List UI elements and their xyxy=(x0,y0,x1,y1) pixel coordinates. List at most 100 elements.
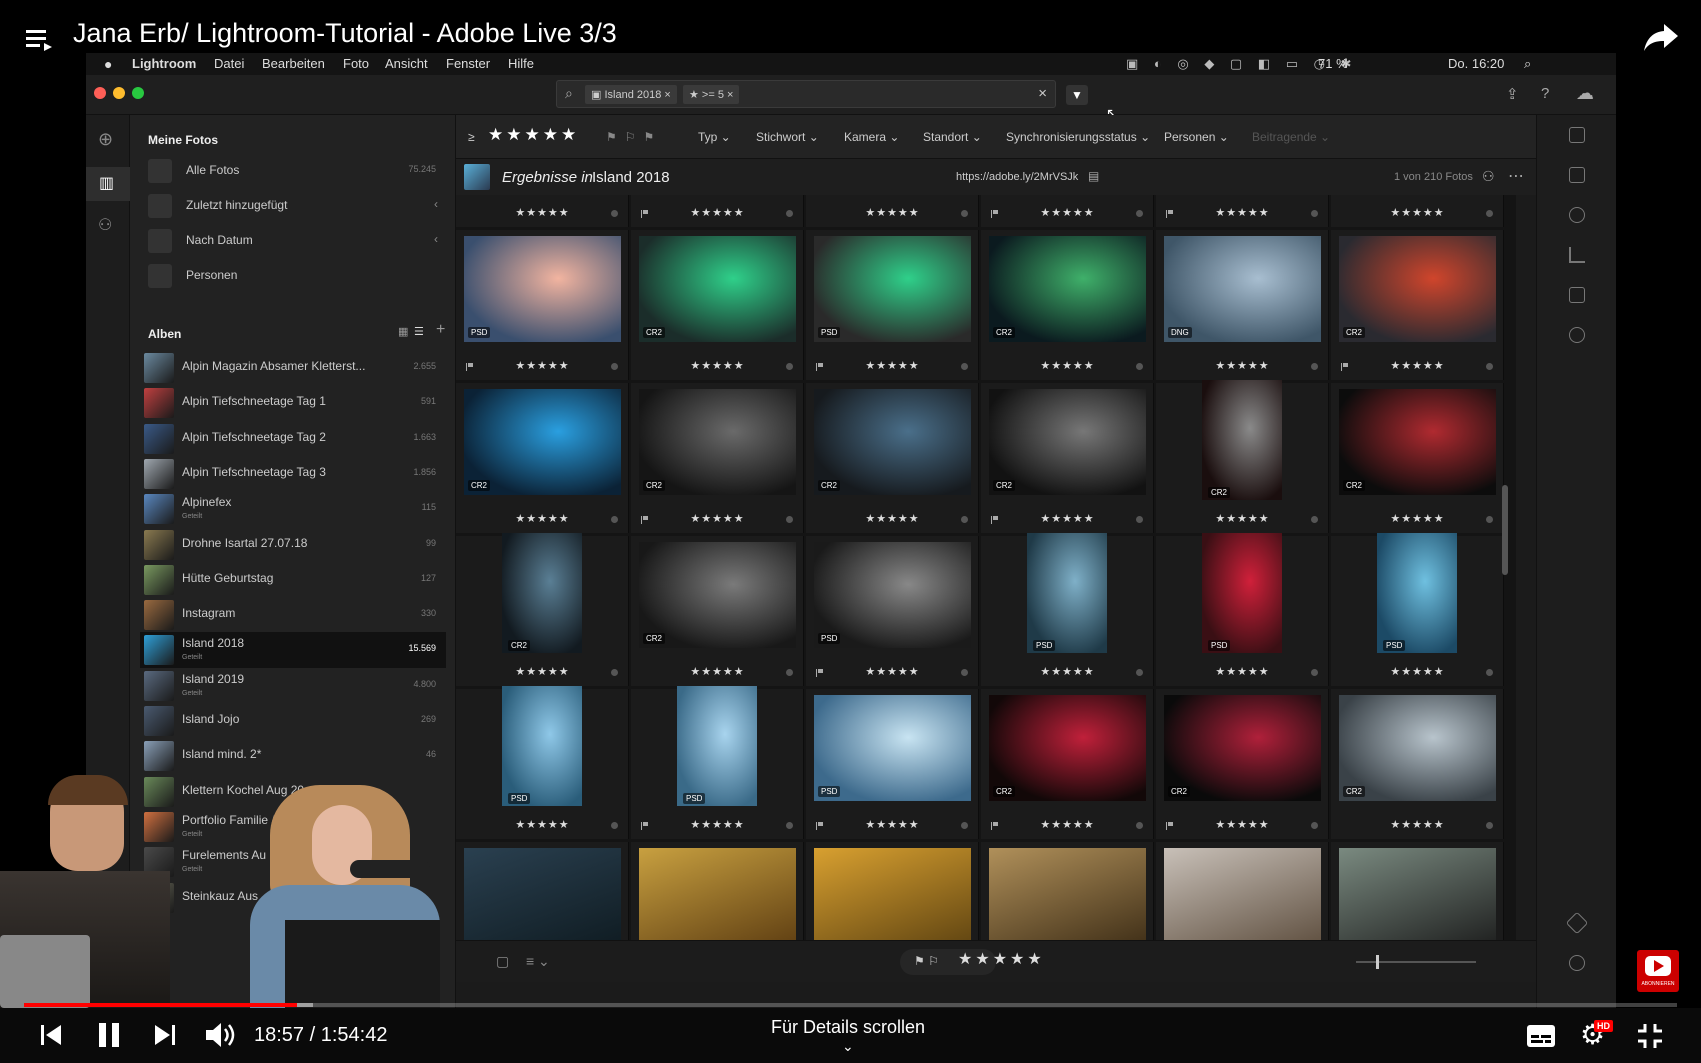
photo-rating[interactable]: ★★★★★ xyxy=(1331,359,1504,372)
photo-cell[interactable]: CR2 ★★★★★ xyxy=(456,533,629,686)
photo-thumbnail[interactable] xyxy=(1202,533,1282,653)
photo-cell[interactable]: PSD ★★★★★ xyxy=(456,686,629,839)
photo-cell[interactable]: DNG ★★★★★ xyxy=(1156,230,1329,380)
photo-rating[interactable]: ★★★★★ xyxy=(1331,818,1504,831)
sidebar-item[interactable]: Zuletzt hinzugefügt ‹ xyxy=(140,188,446,224)
chevron-left-icon[interactable]: ‹ xyxy=(434,232,438,246)
photo-cell[interactable]: ★★★★★ xyxy=(631,195,804,227)
photo-rating[interactable]: ★★★★★ xyxy=(631,512,804,525)
share-export-icon[interactable]: ⇪ xyxy=(1506,85,1519,103)
album-item[interactable]: Island mind. 2* 46 xyxy=(140,738,446,774)
filter-stichwort[interactable]: Stichwort ⌄ xyxy=(756,130,819,144)
share-link[interactable]: https://adobe.ly/2MrVSJk xyxy=(956,171,1078,183)
crop-icon[interactable] xyxy=(1569,167,1585,183)
photo-rating[interactable]: ★★★★★ xyxy=(806,359,979,372)
menu-fenster[interactable]: Fenster xyxy=(446,56,490,71)
close-window-icon[interactable] xyxy=(94,87,106,99)
scroll-for-details[interactable]: Für Details scrollen xyxy=(771,1017,925,1038)
previous-icon[interactable] xyxy=(38,1022,64,1048)
photo-rating[interactable]: ★★★★★ xyxy=(631,359,804,372)
photo-rating[interactable]: ★★★★★ xyxy=(981,665,1154,678)
minimize-window-icon[interactable] xyxy=(113,87,125,99)
search-field[interactable]: ⌕ ▣ Island 2018 × ★ >= 5 × × xyxy=(556,80,1056,108)
photo-cell[interactable]: CR2 ★★★★★ xyxy=(631,536,804,686)
photo-rating[interactable]: ★★★★★ xyxy=(1156,206,1329,219)
rating-operator[interactable]: ≥ xyxy=(468,130,475,144)
clear-search-icon[interactable]: × xyxy=(1038,85,1047,102)
photo-cell[interactable]: CR2 ★★★★★ xyxy=(1156,689,1329,839)
photo-cell[interactable]: ★★★★★ xyxy=(1156,195,1329,227)
photo-rating[interactable]: ★★★★★ xyxy=(456,818,629,831)
list-view-icon[interactable]: ☰ xyxy=(414,325,424,338)
flag-icon[interactable] xyxy=(991,210,998,218)
sidebar-item[interactable]: Personen xyxy=(140,258,446,294)
sidebar-item[interactable]: Alle Fotos 75.245 xyxy=(140,153,446,189)
photo-thumbnail[interactable] xyxy=(1202,380,1282,500)
photo-cell[interactable]: PSD ★★★★★ xyxy=(1156,533,1329,686)
photo-rating[interactable]: ★★★★★ xyxy=(631,206,804,219)
keyword-tag-icon[interactable] xyxy=(1565,911,1589,935)
photo-rating[interactable]: ★★★★★ xyxy=(806,206,979,219)
menu-foto[interactable]: Foto xyxy=(343,56,369,71)
photo-cell[interactable] xyxy=(1331,842,1504,940)
photo-thumbnail[interactable] xyxy=(677,686,757,806)
photo-rating[interactable]: ★★★★★ xyxy=(631,818,804,831)
search-chip-rating[interactable]: ★ >= 5 × xyxy=(683,85,740,104)
photo-cell[interactable]: CR2 ★★★★★ xyxy=(1331,230,1504,380)
photo-rating[interactable]: ★★★★★ xyxy=(981,818,1154,831)
flag-icon[interactable] xyxy=(1166,822,1173,830)
flag-pick-icon[interactable]: ⚑ ⚐ xyxy=(914,954,939,968)
search-chip-album[interactable]: ▣ Island 2018 × xyxy=(585,85,677,104)
add-person-icon[interactable]: ⚇ xyxy=(1482,168,1495,185)
subscribe-watermark[interactable]: ABONNIEREN xyxy=(1637,950,1679,992)
photo-rating[interactable]: ★★★★★ xyxy=(806,818,979,831)
photo-rating[interactable]: ★★★★★ xyxy=(1156,512,1329,525)
radial-filter-icon[interactable] xyxy=(1569,327,1585,343)
video-title[interactable]: Jana Erb/ Lightroom-Tutorial - Adobe Liv… xyxy=(73,18,617,49)
photo-rating[interactable]: ★★★★★ xyxy=(1156,359,1329,372)
album-item[interactable]: Island Jojo 269 xyxy=(140,703,446,739)
exit-fullscreen-icon[interactable] xyxy=(1636,1022,1664,1050)
photo-cell[interactable]: CR2 ★★★★★ xyxy=(981,230,1154,380)
flag-icon[interactable] xyxy=(991,822,998,830)
bottom-rating[interactable]: ★★★★★ xyxy=(958,949,1045,969)
photo-cell[interactable]: CR2 ★★★★★ xyxy=(456,383,629,533)
menu-ansicht[interactable]: Ansicht xyxy=(385,56,428,71)
photo-cell[interactable]: ★★★★★ xyxy=(981,195,1154,227)
volume-icon[interactable] xyxy=(204,1020,238,1050)
album-item[interactable]: Drohne Isartal 27.07.18 99 xyxy=(140,527,446,563)
thumbnail-size-slider[interactable] xyxy=(1356,961,1476,963)
photo-cell[interactable] xyxy=(981,842,1154,940)
photo-rating[interactable]: ★★★★★ xyxy=(1331,206,1504,219)
menu-bearbeiten[interactable]: Bearbeiten xyxy=(262,56,325,71)
filter-beitragende[interactable]: Beitragende ⌄ xyxy=(1252,130,1330,144)
photo-thumbnail[interactable] xyxy=(989,848,1146,940)
filter-typ[interactable]: Typ ⌄ xyxy=(698,130,731,144)
menu-hilfe[interactable]: Hilfe xyxy=(508,56,534,71)
photo-cell[interactable]: PSD ★★★★★ xyxy=(806,689,979,839)
photo-thumbnail[interactable] xyxy=(1339,848,1496,940)
flag-icon[interactable] xyxy=(1166,210,1173,218)
album-item[interactable]: Hütte Geburtstag 127 xyxy=(140,562,446,598)
photo-thumbnail[interactable] xyxy=(502,533,582,653)
menu-datei[interactable]: Datei xyxy=(214,56,244,71)
flag-icon[interactable] xyxy=(641,516,648,524)
photo-rating[interactable]: ★★★★★ xyxy=(806,512,979,525)
photo-cell[interactable]: CR2 ★★★★★ xyxy=(981,383,1154,533)
photo-thumbnail[interactable] xyxy=(814,848,971,940)
photo-rating[interactable]: ★★★★★ xyxy=(1156,818,1329,831)
sidebar-item[interactable]: Nach Datum ‹ xyxy=(140,223,446,259)
filter-icon[interactable]: ▼ xyxy=(1066,85,1088,105)
gradient-icon[interactable] xyxy=(1569,287,1585,303)
photo-rating[interactable]: ★★★★★ xyxy=(456,359,629,372)
filter-synchronisierungsstatus[interactable]: Synchronisierungsstatus ⌄ xyxy=(1006,130,1150,144)
flag-icon[interactable] xyxy=(641,822,648,830)
add-photos-icon[interactable]: ⊕ xyxy=(98,129,113,150)
cloud-icon[interactable]: ☁ xyxy=(1576,83,1594,104)
info-icon[interactable] xyxy=(1569,955,1585,971)
photo-cell[interactable]: PSD ★★★★★ xyxy=(631,686,804,839)
photo-cell[interactable]: CR2 ★★★★★ xyxy=(1331,689,1504,839)
photo-cell[interactable]: CR2 ★★★★★ xyxy=(1331,383,1504,533)
share-icon[interactable] xyxy=(1642,20,1680,54)
photo-cell[interactable]: PSD ★★★★★ xyxy=(456,230,629,380)
